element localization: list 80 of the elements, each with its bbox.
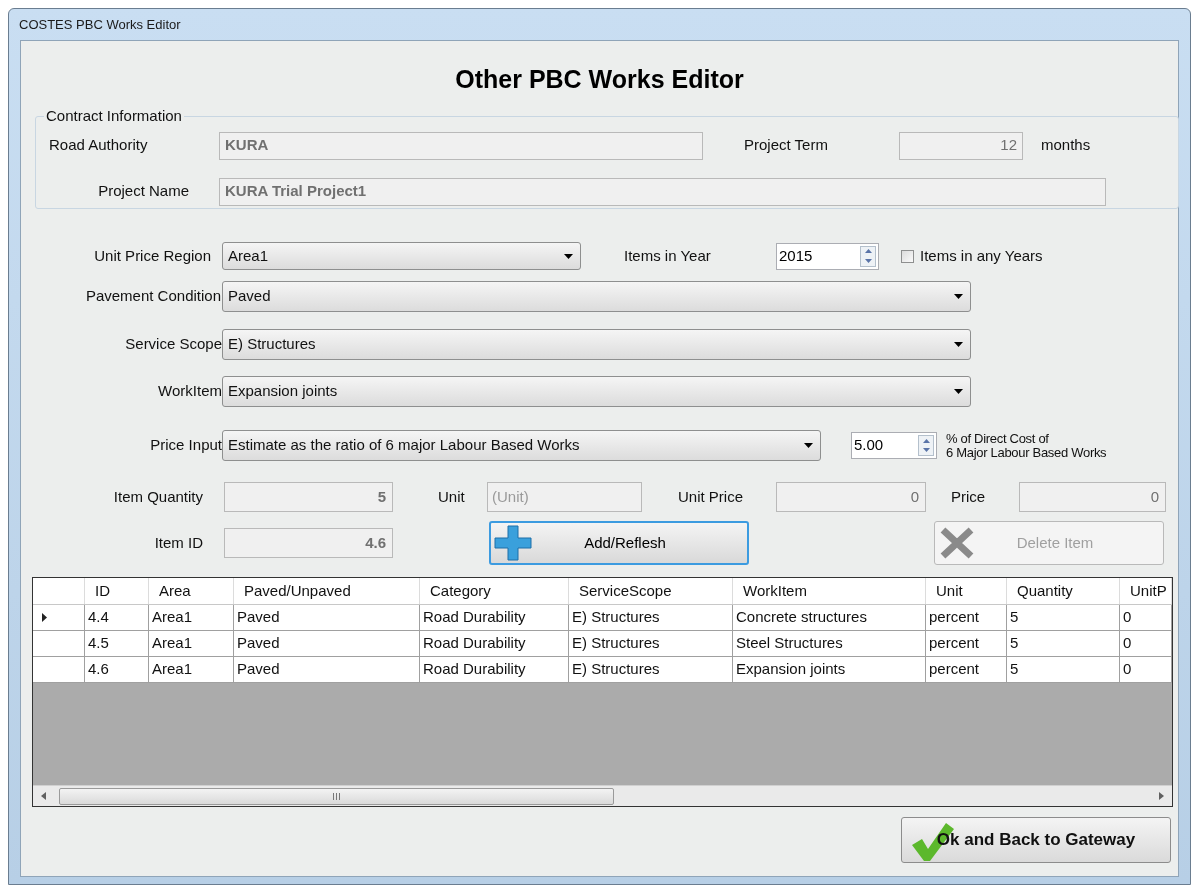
column-header[interactable]: ID	[85, 578, 149, 604]
field-label: Unit	[438, 486, 466, 507]
field-label: Unit Price	[678, 486, 745, 507]
table-cell: Paved	[234, 631, 420, 656]
table-cell: 4.4	[85, 605, 149, 630]
table-cell: E) Structures	[569, 605, 733, 630]
dialog-heading: Other PBC Works Editor	[455, 64, 744, 96]
table-cell: 0	[1120, 657, 1172, 682]
table-cell: Expansion joints	[733, 657, 926, 682]
plus-icon	[493, 524, 533, 562]
table-cell: percent	[926, 631, 1007, 656]
field-label: Price Input	[149, 435, 222, 456]
row-pointer-icon	[42, 613, 47, 622]
pavement-condition-dropdown[interactable]: Paved	[222, 281, 971, 312]
column-header[interactable]: ServiceScope	[569, 578, 733, 604]
column-header[interactable]: Category	[420, 578, 569, 604]
service-scope-dropdown[interactable]: E) Structures	[222, 329, 971, 360]
table-cell: Concrete structures	[733, 605, 926, 630]
field-label: Item Quantity	[112, 486, 204, 507]
spin-buttons-icon[interactable]	[860, 245, 876, 267]
field-label: Price	[951, 486, 987, 507]
table-cell: Road Durability	[420, 605, 569, 630]
table-cell: Road Durability	[420, 657, 569, 682]
column-header[interactable]: Paved/Unpaved	[234, 578, 420, 604]
grip-icon	[333, 792, 340, 800]
work-item-dropdown[interactable]: Expansion joints	[222, 376, 971, 407]
table-cell: 0	[1120, 605, 1172, 630]
table-cell: 4.5	[85, 631, 149, 656]
table-cell: percent	[926, 657, 1007, 682]
table-cell: 5	[1007, 605, 1120, 630]
table-cell: 4.6	[85, 657, 149, 682]
column-header[interactable]: Area	[149, 578, 234, 604]
scroll-right-icon[interactable]	[1158, 792, 1164, 800]
field-label: Road Authority	[49, 135, 149, 156]
field-label: WorkItem	[157, 381, 222, 402]
add-button[interactable]: Add/Reflesh	[489, 521, 749, 565]
table-cell: 5	[1007, 657, 1120, 682]
unit-label: months	[1041, 135, 1091, 156]
field-label: Unit Price Region	[93, 245, 212, 266]
table-cell: Paved	[234, 605, 420, 630]
table-cell: Area1	[149, 605, 234, 630]
table-cell: Area1	[149, 631, 234, 656]
window-title: COSTES PBC Works Editor	[19, 15, 181, 34]
field-label: Items in Year	[624, 245, 712, 266]
checkbox-label[interactable]: Items in any Years	[920, 244, 1043, 268]
table-cell: E) Structures	[569, 657, 733, 682]
table-cell: 5	[1007, 631, 1120, 656]
spin-buttons-icon[interactable]	[918, 435, 934, 456]
column-header[interactable]: Quantity	[1007, 578, 1120, 604]
dropdown-arrow-icon	[954, 389, 963, 394]
field-label: Service Scope	[124, 334, 222, 355]
dropdown-arrow-icon	[954, 342, 963, 347]
dropdown-arrow-icon	[954, 294, 963, 299]
table-cell: Road Durability	[420, 631, 569, 656]
price-input-dropdown[interactable]: Estimate as the ratio of 6 major Labour Based Works	[222, 430, 821, 461]
column-header[interactable]: UnitP	[1120, 578, 1172, 604]
caption-text: 6 Major Labour Based Works	[946, 445, 1107, 460]
unit-price-region-dropdown[interactable]: Area1	[222, 242, 581, 270]
table-cell: Steel Structures	[733, 631, 926, 656]
table-cell: E) Structures	[569, 631, 733, 656]
caption-text: % of Direct Cost of	[946, 431, 1050, 446]
field-label: Project Name	[97, 181, 190, 202]
column-header[interactable]: Unit	[926, 578, 1007, 604]
field-label: Item ID	[153, 532, 204, 553]
table-cell: percent	[926, 605, 1007, 630]
scroll-left-icon[interactable]	[41, 792, 47, 800]
field-label: Project Term	[744, 135, 829, 156]
dropdown-arrow-icon	[564, 253, 573, 259]
checkbox[interactable]	[901, 249, 914, 263]
table-cell: 0	[1120, 631, 1172, 656]
scrollbar-thumb[interactable]	[59, 787, 614, 805]
field-label: Pavement Condition	[84, 286, 222, 307]
column-header[interactable]: WorkItem	[733, 578, 926, 604]
horizontal-scrollbar[interactable]	[33, 785, 1172, 806]
dropdown-arrow-icon	[804, 443, 813, 448]
year-spinner[interactable]: 2015	[776, 242, 879, 270]
table-cell: Area1	[149, 657, 234, 682]
group-legend: Contract Information	[44, 105, 184, 128]
table-cell: Paved	[234, 657, 420, 682]
percent-spinner[interactable]: 5.00	[851, 432, 937, 459]
